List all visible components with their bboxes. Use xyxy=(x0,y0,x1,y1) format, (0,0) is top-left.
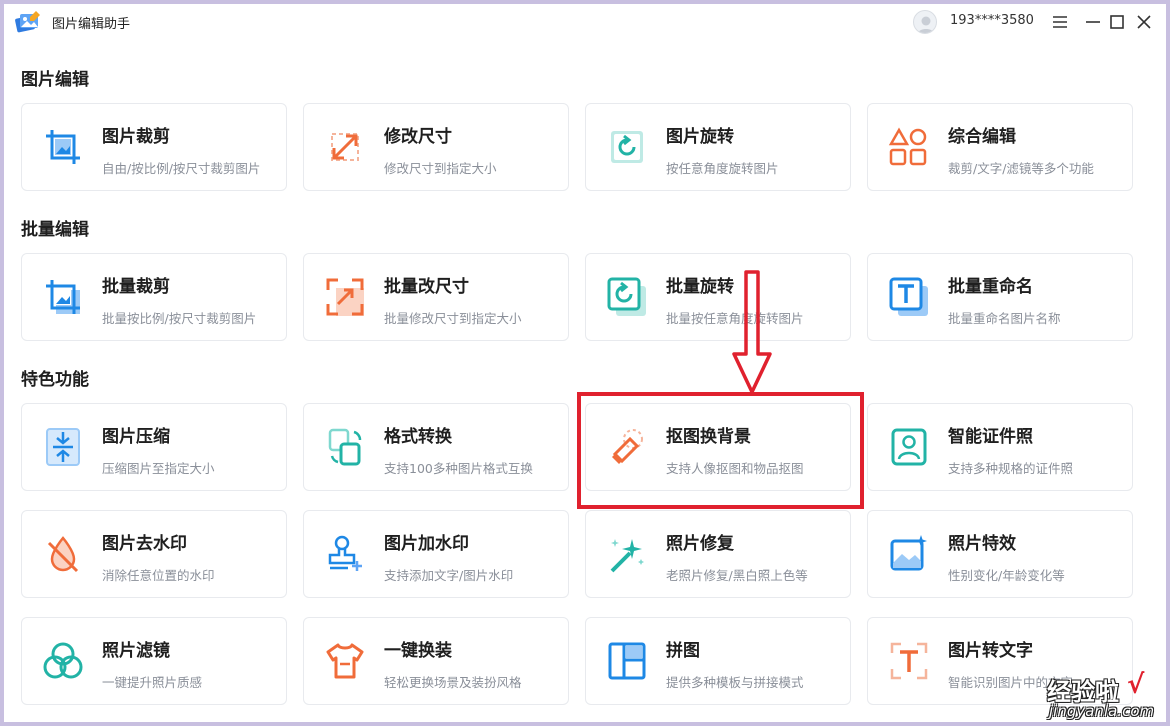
stamp-icon xyxy=(324,533,366,575)
card-desc: 老照片修复/黑白照上色等 xyxy=(666,568,808,583)
app-title: 图片编辑助手 xyxy=(52,17,131,32)
card-title: 智能证件照 xyxy=(948,427,1033,447)
card-photo-effect[interactable]: 照片特效 性别变化/年龄变化等 xyxy=(867,510,1133,598)
card-title: 格式转换 xyxy=(384,427,452,447)
card-title: 批量重命名 xyxy=(948,277,1033,297)
card-desc: 智能识别图片中的文字 xyxy=(948,675,1074,690)
card-desc: 提供多种模板与拼接模式 xyxy=(666,675,804,690)
eraser-icon xyxy=(606,426,648,468)
card-desc: 裁剪/文字/滤镜等多个功能 xyxy=(948,161,1094,176)
card-title: 修改尺寸 xyxy=(384,127,452,147)
card-desc: 一键提升照片质感 xyxy=(102,675,203,690)
rename-icon xyxy=(888,276,930,318)
card-title: 照片修复 xyxy=(666,534,734,554)
app-logo-icon xyxy=(14,9,42,35)
card-resize[interactable]: 修改尺寸 修改尺寸到指定大小 xyxy=(303,103,569,191)
filter-icon xyxy=(42,640,84,682)
card-title: 抠图换背景 xyxy=(666,427,751,447)
tshirt-icon xyxy=(324,640,366,682)
card-title: 拼图 xyxy=(666,641,700,661)
card-cutout-background[interactable]: 抠图换背景 支持人像抠图和物品抠图 xyxy=(585,403,851,491)
card-format-convert[interactable]: 格式转换 支持100多种图片格式互换 xyxy=(303,403,569,491)
section-title-image-edit: 图片编辑 xyxy=(21,70,89,90)
card-combo-edit[interactable]: 综合编辑 裁剪/文字/滤镜等多个功能 xyxy=(867,103,1133,191)
card-title: 图片去水印 xyxy=(102,534,187,554)
remove-watermark-icon xyxy=(42,533,84,575)
card-title: 批量旋转 xyxy=(666,277,734,297)
user-avatar[interactable] xyxy=(913,10,937,34)
card-id-photo[interactable]: 智能证件照 支持多种规格的证件照 xyxy=(867,403,1133,491)
card-desc: 按任意角度旋转图片 xyxy=(666,161,779,176)
card-desc: 压缩图片至指定大小 xyxy=(102,461,215,476)
card-batch-rename[interactable]: 批量重命名 批量重命名图片名称 xyxy=(867,253,1133,341)
card-batch-crop[interactable]: 批量裁剪 批量按比例/按尺寸裁剪图片 xyxy=(21,253,287,341)
card-batch-resize[interactable]: 批量改尺寸 批量修改尺寸到指定大小 xyxy=(303,253,569,341)
card-batch-rotate[interactable]: 批量旋转 批量按任意角度旋转图片 xyxy=(585,253,851,341)
card-rotate[interactable]: 图片旋转 按任意角度旋转图片 xyxy=(585,103,851,191)
card-desc: 支持人像抠图和物品抠图 xyxy=(666,461,804,476)
card-desc: 批量重命名图片名称 xyxy=(948,311,1061,326)
title-bar: 图片编辑助手 193****3580 xyxy=(4,4,1166,40)
card-title: 照片特效 xyxy=(948,534,1016,554)
section-title-batch-edit: 批量编辑 xyxy=(21,220,89,240)
batch-resize-icon xyxy=(324,276,366,318)
rotate-icon xyxy=(606,126,648,168)
card-desc: 批量修改尺寸到指定大小 xyxy=(384,311,522,326)
resize-icon xyxy=(324,126,366,168)
card-title: 图片裁剪 xyxy=(102,127,170,147)
card-add-watermark[interactable]: 图片加水印 支持添加文字/图片水印 xyxy=(303,510,569,598)
card-desc: 性别变化/年龄变化等 xyxy=(948,568,1065,583)
card-desc: 轻松更换场景及装扮风格 xyxy=(384,675,522,690)
card-desc: 支持多种规格的证件照 xyxy=(948,461,1074,476)
collage-icon xyxy=(606,640,648,682)
card-title: 照片滤镜 xyxy=(102,641,170,661)
card-title: 图片压缩 xyxy=(102,427,170,447)
app-window: 图片编辑助手 193****3580 图片编辑 批量编辑 特色功能 图片裁剪 自… xyxy=(4,4,1166,722)
close-icon[interactable] xyxy=(1134,12,1154,32)
card-desc: 修改尺寸到指定大小 xyxy=(384,161,497,176)
card-title: 图片转文字 xyxy=(948,641,1033,661)
card-remove-watermark[interactable]: 图片去水印 消除任意位置的水印 xyxy=(21,510,287,598)
magic-wand-icon xyxy=(606,533,648,575)
menu-icon[interactable] xyxy=(1050,12,1070,32)
user-phone[interactable]: 193****3580 xyxy=(950,13,1034,28)
card-title: 图片旋转 xyxy=(666,127,734,147)
card-desc: 支持100多种图片格式互换 xyxy=(384,461,533,476)
card-title: 一键换装 xyxy=(384,641,452,661)
convert-icon xyxy=(324,426,366,468)
shapes-icon xyxy=(888,126,930,168)
card-photo-repair[interactable]: 照片修复 老照片修复/黑白照上色等 xyxy=(585,510,851,598)
card-collage[interactable]: 拼图 提供多种模板与拼接模式 xyxy=(585,617,851,705)
card-title: 综合编辑 xyxy=(948,127,1016,147)
card-desc: 批量按任意角度旋转图片 xyxy=(666,311,804,326)
card-outfit-change[interactable]: 一键换装 轻松更换场景及装扮风格 xyxy=(303,617,569,705)
card-desc: 批量按比例/按尺寸裁剪图片 xyxy=(102,311,257,326)
minimize-icon[interactable] xyxy=(1083,12,1103,32)
card-desc: 自由/按比例/按尺寸裁剪图片 xyxy=(102,161,261,176)
batch-rotate-icon xyxy=(606,276,648,318)
card-title: 批量改尺寸 xyxy=(384,277,469,297)
card-crop[interactable]: 图片裁剪 自由/按比例/按尺寸裁剪图片 xyxy=(21,103,287,191)
photo-effect-icon xyxy=(888,533,930,575)
compress-icon xyxy=(42,426,84,468)
crop-icon xyxy=(42,126,84,168)
batch-crop-icon xyxy=(42,276,84,318)
card-title: 图片加水印 xyxy=(384,534,469,554)
card-title: 批量裁剪 xyxy=(102,277,170,297)
card-image-to-text[interactable]: 图片转文字 智能识别图片中的文字 xyxy=(867,617,1133,705)
card-compress[interactable]: 图片压缩 压缩图片至指定大小 xyxy=(21,403,287,491)
section-title-features: 特色功能 xyxy=(21,370,89,390)
card-photo-filter[interactable]: 照片滤镜 一键提升照片质感 xyxy=(21,617,287,705)
card-desc: 支持添加文字/图片水印 xyxy=(384,568,514,583)
maximize-icon[interactable] xyxy=(1107,12,1127,32)
card-desc: 消除任意位置的水印 xyxy=(102,568,215,583)
id-photo-icon xyxy=(888,426,930,468)
ocr-icon xyxy=(888,640,930,682)
